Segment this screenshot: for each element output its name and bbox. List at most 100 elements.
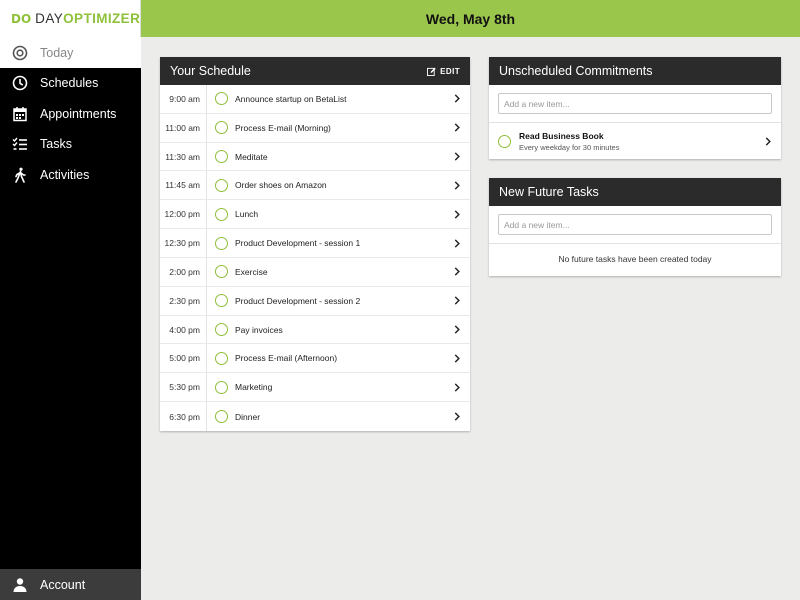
schedule-title: Your Schedule — [170, 64, 251, 78]
unscheduled-add-input[interactable] — [498, 93, 772, 114]
commitment-row[interactable]: Read Business Book Every weekday for 30 … — [489, 123, 781, 159]
checklist-icon — [11, 135, 29, 153]
nav-item-label: Activities — [40, 167, 90, 182]
complete-checkbox[interactable] — [215, 380, 228, 394]
complete-checkbox[interactable] — [498, 134, 511, 148]
nav-item-appointments[interactable]: Appointments — [0, 99, 141, 130]
schedule-time: 12:30 pm — [160, 229, 207, 257]
schedule-time: 11:00 am — [160, 113, 207, 142]
schedule-list: 9:00 am Announce startup on BetaList 11:0… — [160, 85, 470, 431]
schedule-task-label: Meditate — [235, 151, 268, 162]
schedule-row[interactable]: 11:30 am Meditate — [160, 142, 470, 172]
chevron-right-icon — [761, 134, 775, 148]
schedule-time: 5:30 pm — [160, 373, 207, 402]
edit-icon — [427, 67, 436, 76]
complete-checkbox[interactable] — [215, 236, 228, 250]
chevron-right-icon — [450, 92, 464, 106]
schedule-row[interactable]: 2:30 pm Product Development - session 2 — [160, 286, 470, 316]
account-label: Account — [40, 577, 86, 592]
logo-optimizer: OPTIMIZER — [63, 11, 141, 26]
schedule-time: 5:00 pm — [160, 344, 207, 373]
target-icon — [11, 44, 29, 62]
sidebar: DO DAYOPTIMIZER Today Schedules Appointm… — [0, 0, 141, 600]
schedule-task-label: Product Development - session 2 — [235, 295, 361, 306]
future-input-wrap — [489, 206, 781, 244]
schedule-row[interactable]: 5:30 pm Marketing — [160, 373, 470, 403]
unscheduled-card: Unscheduled Commitments Read Business Bo… — [489, 57, 781, 159]
edit-button[interactable]: EDIT — [427, 67, 460, 76]
schedule-task-label: Pay invoices — [235, 324, 283, 335]
nav-menu: Today Schedules Appointments Tasks Activ… — [0, 37, 141, 190]
chevron-right-icon — [450, 178, 464, 192]
schedule-row[interactable]: 9:00 am Announce startup on BetaList — [160, 85, 470, 114]
future-add-input[interactable] — [498, 214, 772, 235]
future-title: New Future Tasks — [499, 185, 599, 199]
complete-checkbox[interactable] — [215, 323, 228, 337]
complete-checkbox[interactable] — [215, 150, 228, 164]
chevron-right-icon — [450, 410, 464, 424]
logo-mark: DO — [11, 11, 32, 26]
commitment-text: Read Business Book Every weekday for 30 … — [519, 131, 761, 152]
nav-item-schedules[interactable]: Schedules — [0, 68, 141, 99]
complete-checkbox[interactable] — [215, 410, 228, 424]
complete-checkbox[interactable] — [215, 178, 228, 192]
unscheduled-input-wrap — [489, 85, 781, 123]
page-title: Wed, May 8th — [425, 10, 516, 27]
future-card-header: New Future Tasks — [489, 178, 781, 206]
account-button[interactable]: Account — [0, 569, 141, 600]
schedule-task-label: Product Development - session 1 — [235, 238, 361, 249]
schedule-row[interactable]: 12:00 pm Lunch — [160, 200, 470, 230]
walking-person-icon — [11, 166, 29, 184]
schedule-task-label: Announce startup on BetaList — [235, 93, 347, 104]
nav-item-label: Today — [40, 45, 74, 60]
schedule-time: 6:30 pm — [160, 402, 207, 431]
calendar-icon — [11, 105, 29, 123]
nav-item-label: Appointments — [40, 106, 117, 121]
logo-day: DAY — [35, 11, 64, 26]
schedule-row[interactable]: 11:00 am Process E-mail (Morning) — [160, 113, 470, 143]
edit-label: EDIT — [440, 66, 460, 76]
schedule-time: 4:00 pm — [160, 315, 207, 344]
app-logo[interactable]: DO DAYOPTIMIZER — [0, 0, 141, 37]
schedule-task-label: Exercise — [235, 266, 268, 277]
commitment-subtitle: Every weekday for 30 minutes — [519, 142, 620, 152]
nav-item-today[interactable]: Today — [0, 37, 141, 68]
complete-checkbox[interactable] — [215, 92, 228, 106]
logo-text: DAYOPTIMIZER — [35, 11, 140, 26]
schedule-card: Your Schedule EDIT 9:00 am Announce start… — [160, 57, 470, 431]
schedule-time: 11:30 am — [160, 142, 207, 171]
chevron-right-icon — [450, 323, 464, 337]
empty-state-text: No future tasks have been created today — [558, 254, 712, 264]
schedule-row[interactable]: 4:00 pm Pay invoices — [160, 315, 470, 345]
schedule-task-label: Marketing — [235, 382, 273, 393]
complete-checkbox[interactable] — [215, 121, 228, 135]
commitment-title: Read Business Book — [519, 130, 604, 141]
nav-item-label: Schedules — [40, 76, 99, 91]
chevron-right-icon — [450, 294, 464, 308]
schedule-row[interactable]: 2:00 pm Exercise — [160, 257, 470, 287]
schedule-row[interactable]: 12:30 pm Product Development - session 1 — [160, 229, 470, 258]
schedule-task-label: Order shoes on Amazon — [235, 180, 327, 191]
header-bar: Wed, May 8th — [141, 0, 800, 37]
schedule-row[interactable]: 11:45 am Order shoes on Amazon — [160, 171, 470, 201]
chevron-right-icon — [450, 207, 464, 221]
chevron-right-icon — [450, 351, 464, 365]
chevron-right-icon — [450, 236, 464, 250]
complete-checkbox[interactable] — [215, 294, 228, 308]
chevron-right-icon — [450, 265, 464, 279]
complete-checkbox[interactable] — [215, 351, 228, 365]
schedule-row[interactable]: 5:00 pm Process E-mail (Afternoon) — [160, 344, 470, 374]
clock-icon — [11, 74, 29, 92]
schedule-time: 2:30 pm — [160, 286, 207, 315]
schedule-time: 2:00 pm — [160, 257, 207, 286]
complete-checkbox[interactable] — [215, 207, 228, 221]
nav-item-tasks[interactable]: Tasks — [0, 129, 141, 160]
nav-item-label: Tasks — [40, 137, 72, 152]
schedule-time: 12:00 pm — [160, 200, 207, 229]
schedule-card-header: Your Schedule EDIT — [160, 57, 470, 85]
nav-item-activities[interactable]: Activities — [0, 160, 141, 191]
schedule-time: 11:45 am — [160, 171, 207, 200]
schedule-row[interactable]: 6:30 pm Dinner — [160, 402, 470, 431]
user-icon — [11, 576, 29, 594]
complete-checkbox[interactable] — [215, 265, 228, 279]
